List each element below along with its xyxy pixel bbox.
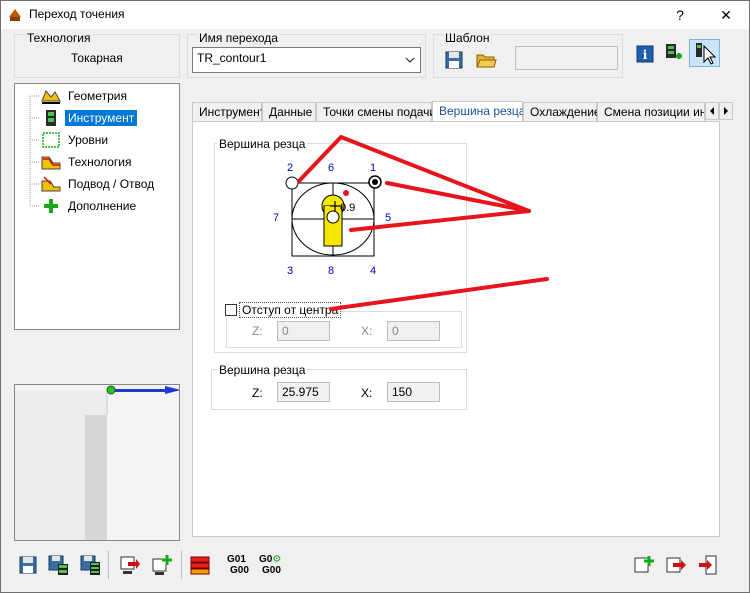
g01-g00-button[interactable]: G01 G00 <box>227 554 249 576</box>
tab-tool-tip[interactable]: Вершина резца <box>432 101 525 122</box>
position-label-1: 1 <box>370 162 377 174</box>
crosshair-icon <box>330 201 340 211</box>
tab-scroll-right[interactable] <box>719 102 733 120</box>
save-icon[interactable] <box>17 554 39 576</box>
technology-icon <box>41 156 61 170</box>
plus-icon <box>44 199 58 213</box>
toolbar-separator <box>108 551 109 579</box>
cursor-tool-icon <box>696 43 717 65</box>
tab-tool-position-change[interactable]: Смена позиции инс <box>597 102 705 122</box>
save-all-icon[interactable] <box>79 554 101 576</box>
window-title: Переход точения <box>29 7 125 21</box>
offset-checkbox[interactable] <box>225 304 237 316</box>
template-label: Шаблон <box>443 31 492 45</box>
levels-icon <box>42 132 60 148</box>
template-field[interactable] <box>515 46 618 70</box>
tip-coords-x-label: X: <box>361 386 373 400</box>
tree-item-addition[interactable]: Дополнение <box>41 196 139 216</box>
offset-z-label: Z: <box>252 324 263 338</box>
tool-icon <box>46 110 56 126</box>
dialog-window: Переход точения ? ✕ Технология Токарная … <box>0 0 750 593</box>
tip-coords-x-input[interactable]: 150 <box>387 382 440 402</box>
add-green-icon[interactable] <box>151 554 173 576</box>
tab-strip: Инструмент Данные Точки смены подачи Вер… <box>192 101 733 122</box>
save-calc-icon[interactable] <box>47 554 69 576</box>
chevron-down-icon <box>405 57 415 63</box>
tip-position-2-radio[interactable] <box>285 176 299 190</box>
ok-add-icon[interactable] <box>633 554 655 576</box>
transition-name-label: Имя перехода <box>197 31 280 45</box>
position-label-5: 5 <box>385 212 392 224</box>
svg-text:i: i <box>643 48 648 62</box>
export-red-icon[interactable] <box>119 554 141 576</box>
save-template-icon[interactable] <box>443 49 465 71</box>
chevron-left-icon <box>710 107 714 115</box>
tool-tip-panel: Вершина резца 0.9 2 6 1 7 5 3 8 4 Отступ… <box>192 121 720 537</box>
g0-g00-button[interactable]: G0⚙ G00 <box>259 554 281 576</box>
tab-cooling[interactable]: Охлаждение <box>523 102 601 122</box>
geometry-icon <box>41 90 61 104</box>
exit-icon[interactable] <box>697 554 719 576</box>
position-label-4: 4 <box>370 265 377 277</box>
tree-item-approach[interactable]: Подвод / Отвод <box>41 174 157 194</box>
tip-radius-value: 0.9 <box>340 202 356 214</box>
tip-coords-group-title: Вершина резца <box>217 363 308 377</box>
open-folder-icon[interactable] <box>475 49 497 71</box>
transition-name-value: TR_contour1 <box>197 51 267 65</box>
tab-tool[interactable]: Инструмент <box>192 102 265 122</box>
tree-item-technology[interactable]: Технология <box>41 152 135 172</box>
chevron-right-icon <box>724 107 728 115</box>
approach-icon <box>41 176 61 192</box>
export-settings-icon[interactable] <box>662 42 684 64</box>
tab-feed-points[interactable]: Точки смены подачи <box>316 102 436 122</box>
toolbar-separator <box>181 551 182 579</box>
part-preview <box>15 385 179 540</box>
tip-position-center-radio[interactable] <box>326 210 340 224</box>
offset-x-input[interactable]: 0 <box>387 321 440 341</box>
section-tree: Геометрия Инструмент Уровни Технология П… <box>14 83 180 330</box>
tip-coords-z-label: Z: <box>252 386 263 400</box>
tip-position-1-radio[interactable] <box>368 175 382 189</box>
tree-item-levels[interactable]: Уровни <box>41 130 111 150</box>
tab-data[interactable]: Данные <box>262 102 316 122</box>
info-icon[interactable]: i <box>634 43 656 65</box>
position-label-7: 7 <box>273 212 280 224</box>
app-icon <box>9 9 21 21</box>
tree-item-geometry[interactable]: Геометрия <box>41 86 130 106</box>
technology-value: Токарная <box>71 51 123 65</box>
stock-icon[interactable] <box>189 554 211 576</box>
title-bar: Переход точения ? ✕ <box>1 1 749 29</box>
help-button[interactable]: ? <box>657 1 703 29</box>
tip-coords-z-input[interactable]: 25.975 <box>277 382 330 402</box>
preview-pane <box>14 384 180 541</box>
offset-checkbox-label[interactable]: Отступ от центра <box>239 302 342 318</box>
close-button[interactable]: ✕ <box>703 1 749 29</box>
apply-icon[interactable] <box>665 554 687 576</box>
tab-scroll-left[interactable] <box>705 102 719 120</box>
position-label-2: 2 <box>287 162 294 174</box>
tip-position-group-title: Вершина резца <box>217 137 308 151</box>
select-mode-button[interactable] <box>689 39 720 67</box>
transition-name-combobox[interactable]: TR_contour1 <box>192 47 421 73</box>
technology-label: Технология <box>25 31 93 45</box>
tree-item-tool[interactable]: Инструмент <box>41 108 138 128</box>
position-label-3: 3 <box>287 265 294 277</box>
offset-x-label: X: <box>361 324 373 338</box>
position-label-8: 8 <box>328 265 335 277</box>
offset-z-input[interactable]: 0 <box>277 321 330 341</box>
g0-gear-icon: ⚙ <box>272 554 282 565</box>
position-label-6: 6 <box>328 162 335 174</box>
